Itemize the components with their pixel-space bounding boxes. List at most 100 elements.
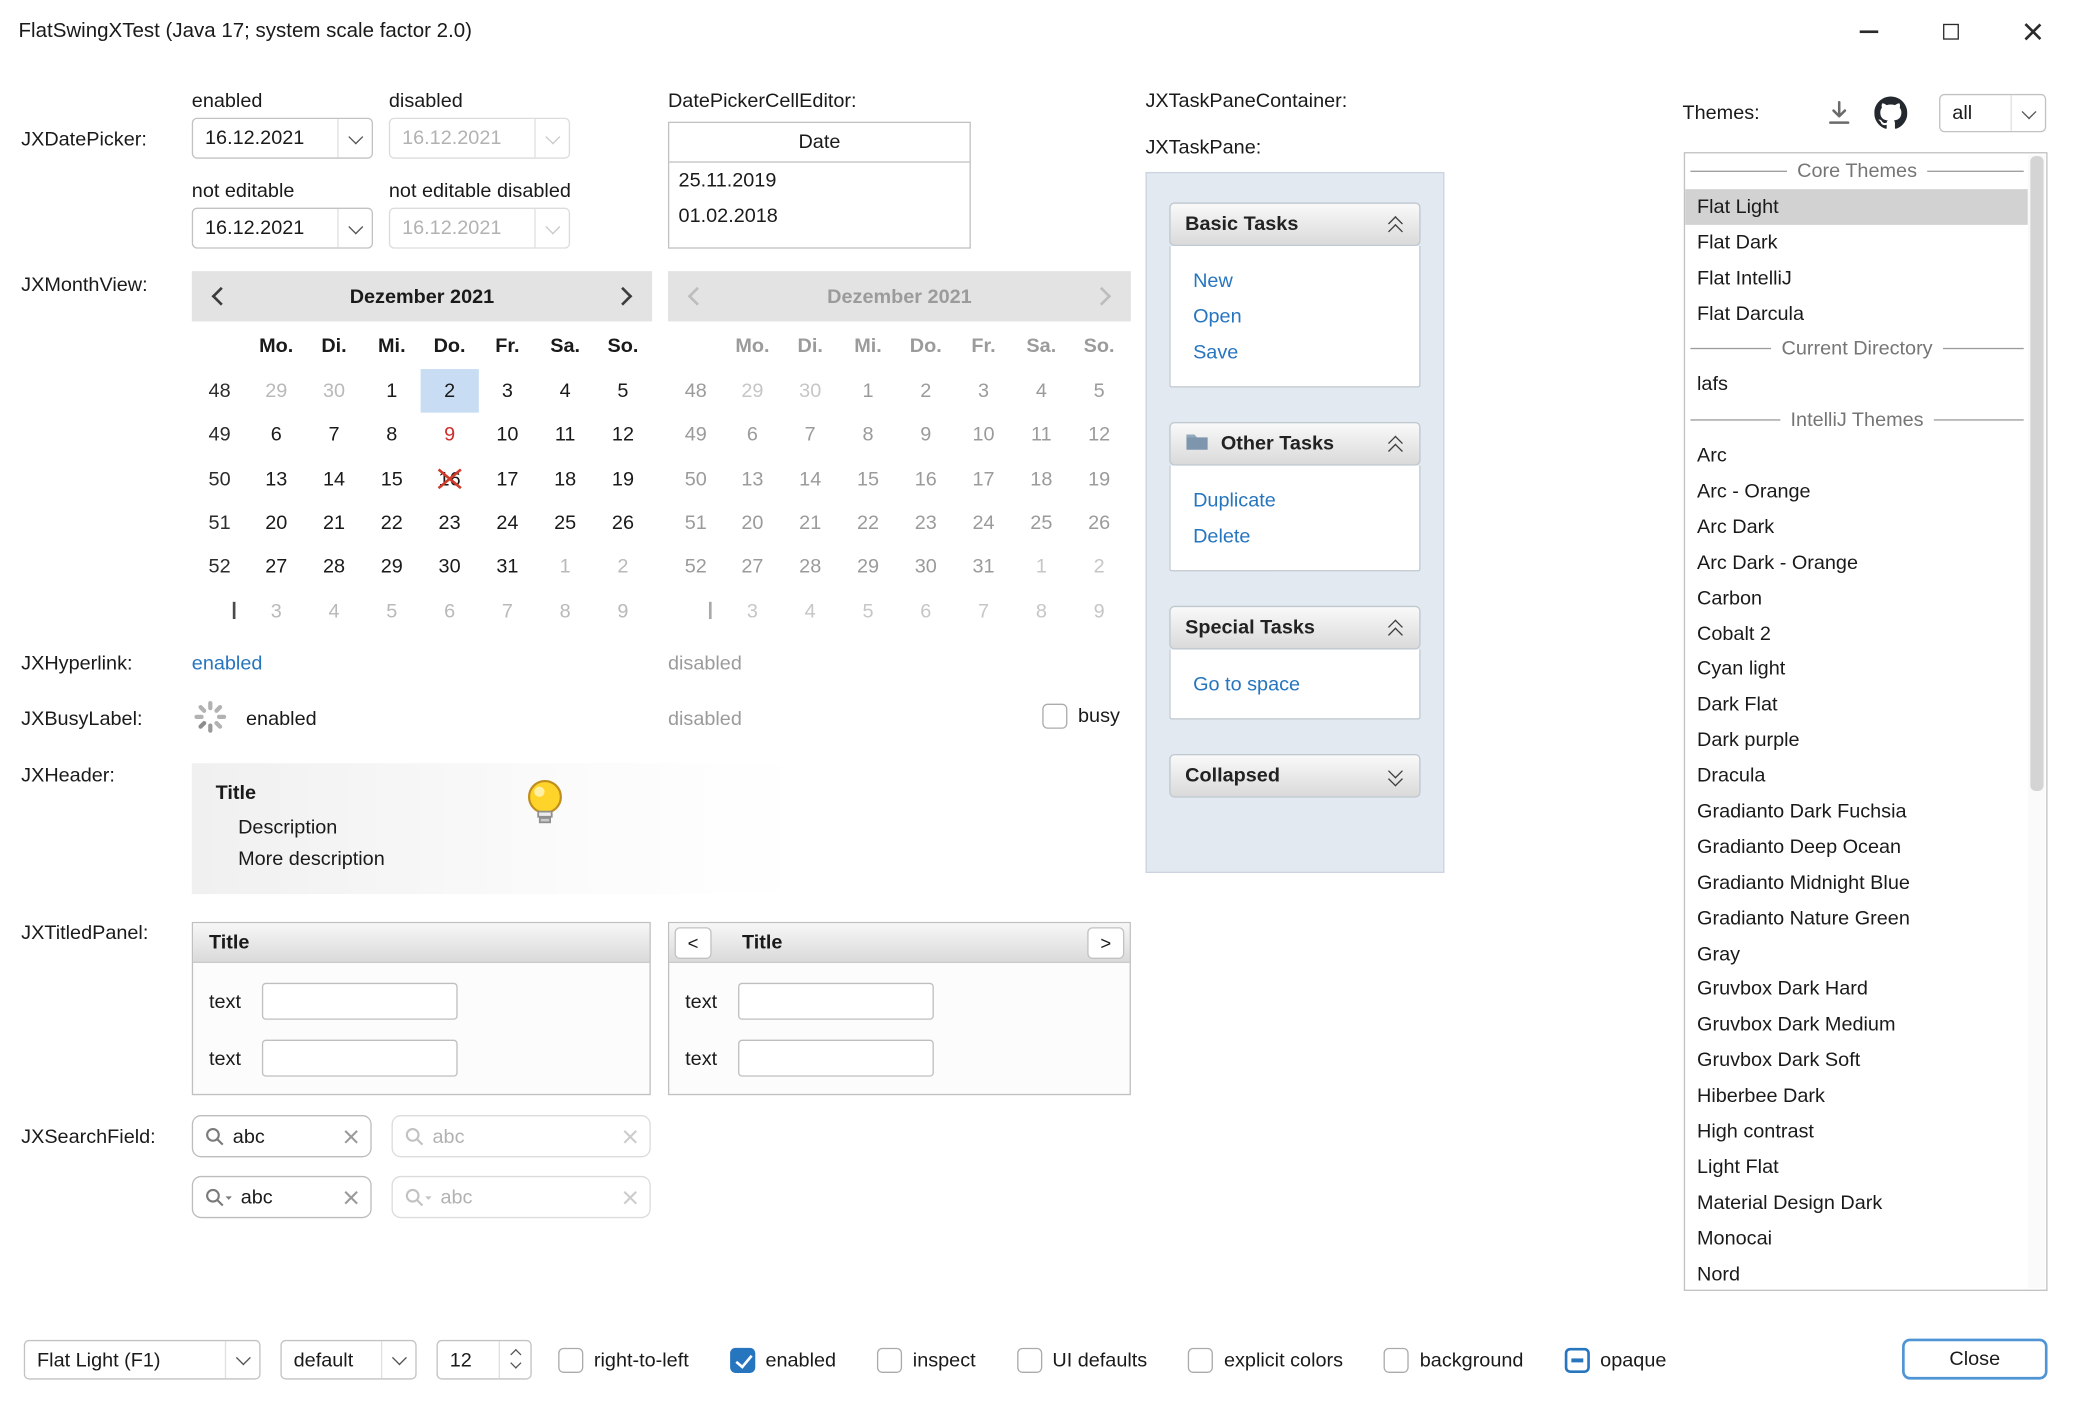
checkbox-box[interactable] [730, 1347, 755, 1372]
monthview-day[interactable]: 1 [363, 369, 421, 413]
monthview-day[interactable]: 13 [247, 457, 305, 501]
theme-item[interactable]: Nord [1685, 1256, 2029, 1291]
theme-item[interactable]: Flat Darcula [1685, 296, 2029, 332]
theme-item[interactable]: High contrast [1685, 1114, 2029, 1150]
close-window-button[interactable] [1992, 0, 2074, 63]
theme-item[interactable]: Cyan light [1685, 651, 2029, 687]
theme-item[interactable]: Flat Dark [1685, 225, 2029, 261]
close-button[interactable]: Close [1902, 1339, 2047, 1380]
checkbox-box[interactable] [877, 1347, 902, 1372]
taskpane-link[interactable]: New [1193, 263, 1406, 299]
monthview-day[interactable]: 2 [421, 369, 479, 413]
checkbox-ui-defaults[interactable]: UI defaults [1017, 1347, 1148, 1372]
dropdown-arrow[interactable] [2011, 95, 2045, 131]
monthview-day[interactable]: 20 [247, 501, 305, 545]
monthview-day[interactable]: 21 [305, 501, 363, 545]
monthview-day[interactable]: 9 [594, 589, 652, 633]
monthview-day[interactable]: 23 [421, 501, 479, 545]
checkbox-box[interactable] [1017, 1347, 1042, 1372]
theme-item[interactable]: Gray [1685, 936, 2029, 972]
taskpane-header[interactable]: Basic Tasks [1169, 202, 1420, 246]
datepicker-dropdown-button[interactable] [337, 209, 371, 247]
checkbox-background[interactable]: background [1384, 1347, 1523, 1372]
theme-item[interactable]: Arc - Orange [1685, 474, 2029, 510]
table-row[interactable]: 25.11.2019 [669, 163, 969, 199]
monthview-day[interactable]: 29 [363, 545, 421, 589]
checkbox-busy[interactable]: busy [1042, 704, 1120, 729]
checkbox-explicit-colors[interactable]: explicit colors [1188, 1347, 1343, 1372]
spinner-buttons[interactable] [499, 1341, 531, 1378]
theme-item[interactable]: Dark purple [1685, 723, 2029, 759]
search-field-with-menu[interactable]: abc [192, 1176, 372, 1218]
maximize-button[interactable] [1910, 0, 1992, 63]
taskpane-link[interactable]: Open [1193, 299, 1406, 335]
theme-item[interactable]: Flat Light [1685, 189, 2029, 225]
theme-item[interactable]: Arc Dark - Orange [1685, 545, 2029, 581]
monthview-day[interactable]: 29 [247, 369, 305, 413]
taskpane-link[interactable]: Duplicate [1193, 483, 1406, 519]
theme-item[interactable]: Dracula [1685, 758, 2029, 794]
theme-item[interactable]: Gruvbox Dark Medium [1685, 1007, 2029, 1043]
theme-item[interactable]: Gruvbox Dark Hard [1685, 972, 2029, 1008]
monthview-day[interactable]: 1 [536, 545, 594, 589]
table-row[interactable]: 01.02.2018 [669, 198, 969, 234]
checkbox-opaque[interactable]: opaque [1564, 1347, 1666, 1372]
search-input[interactable]: abc [241, 1186, 336, 1208]
taskpane-link[interactable]: Save [1193, 335, 1406, 371]
search-dropdown-icon[interactable] [205, 1187, 233, 1207]
monthview-day[interactable]: 18 [536, 457, 594, 501]
monthview-day[interactable]: 28 [305, 545, 363, 589]
theme-item[interactable]: Flat IntelliJ [1685, 260, 2029, 296]
theme-item[interactable]: Arc Dark [1685, 509, 2029, 545]
text-input[interactable] [262, 983, 458, 1020]
theme-item[interactable]: Gradianto Nature Green [1685, 900, 2029, 936]
monthview-day[interactable]: 7 [305, 413, 363, 457]
monthview-day[interactable]: 14 [305, 457, 363, 501]
monthview-day[interactable]: 22 [363, 501, 421, 545]
checkbox-box[interactable] [1188, 1347, 1213, 1372]
checkbox-box[interactable] [1564, 1347, 1589, 1372]
theme-item[interactable]: Arc [1685, 438, 2029, 474]
theme-item[interactable]: Gradianto Midnight Blue [1685, 865, 2029, 901]
monthview-day[interactable]: 27 [247, 545, 305, 589]
download-icon[interactable] [1824, 98, 1854, 128]
titledpanel-right-button[interactable]: > [1087, 927, 1124, 959]
monthview-day[interactable]: 31 [478, 545, 536, 589]
text-input[interactable] [738, 1040, 934, 1077]
theme-item[interactable]: Hiberbee Dark [1685, 1078, 2029, 1114]
checkbox-right-to-left[interactable]: right-to-left [558, 1347, 689, 1372]
theme-item[interactable]: Gruvbox Dark Soft [1685, 1043, 2029, 1079]
monthview-day[interactable]: 16 [421, 457, 479, 501]
titledpanel-left-button[interactable]: < [675, 927, 712, 959]
hyperlink-enabled[interactable]: enabled [192, 652, 263, 674]
taskpane-link[interactable]: Go to space [1193, 667, 1406, 703]
taskpane-link[interactable]: Delete [1193, 518, 1406, 554]
theme-item[interactable]: Dark Flat [1685, 687, 2029, 723]
theme-item[interactable]: Light Flat [1685, 1149, 2029, 1185]
checkbox-inspect[interactable]: inspect [877, 1347, 976, 1372]
laf-combo[interactable]: Flat Light (F1) [24, 1340, 261, 1380]
clear-icon[interactable] [344, 1129, 359, 1144]
monthview-day[interactable]: 4 [536, 369, 594, 413]
search-field-enabled[interactable]: abc [192, 1115, 372, 1157]
scrollbar-thumb[interactable] [2030, 156, 2043, 791]
theme-item[interactable]: Gradianto Dark Fuchsia [1685, 794, 2029, 830]
monthview-day[interactable]: 8 [536, 589, 594, 633]
monthview-day[interactable]: 5 [363, 589, 421, 633]
font-combo[interactable]: default [280, 1340, 416, 1380]
theme-item[interactable]: Cobalt 2 [1685, 616, 2029, 652]
monthview-day[interactable]: 24 [478, 501, 536, 545]
font-size-spinner[interactable]: 12 [436, 1340, 531, 1380]
checkbox-box[interactable] [1384, 1347, 1409, 1372]
monthview-day[interactable]: 19 [594, 457, 652, 501]
theme-item[interactable]: Gradianto Deep Ocean [1685, 829, 2029, 865]
collapse-icon[interactable] [1388, 618, 1405, 638]
next-month-button[interactable] [594, 271, 652, 321]
monthview-day[interactable]: 26 [594, 501, 652, 545]
monthview-day[interactable]: 12 [594, 413, 652, 457]
clear-icon[interactable] [344, 1190, 359, 1205]
monthview-day[interactable]: 7 [478, 589, 536, 633]
monthview-day[interactable]: 2 [594, 545, 652, 589]
minimize-button[interactable] [1828, 0, 1910, 63]
theme-item[interactable]: Carbon [1685, 580, 2029, 616]
